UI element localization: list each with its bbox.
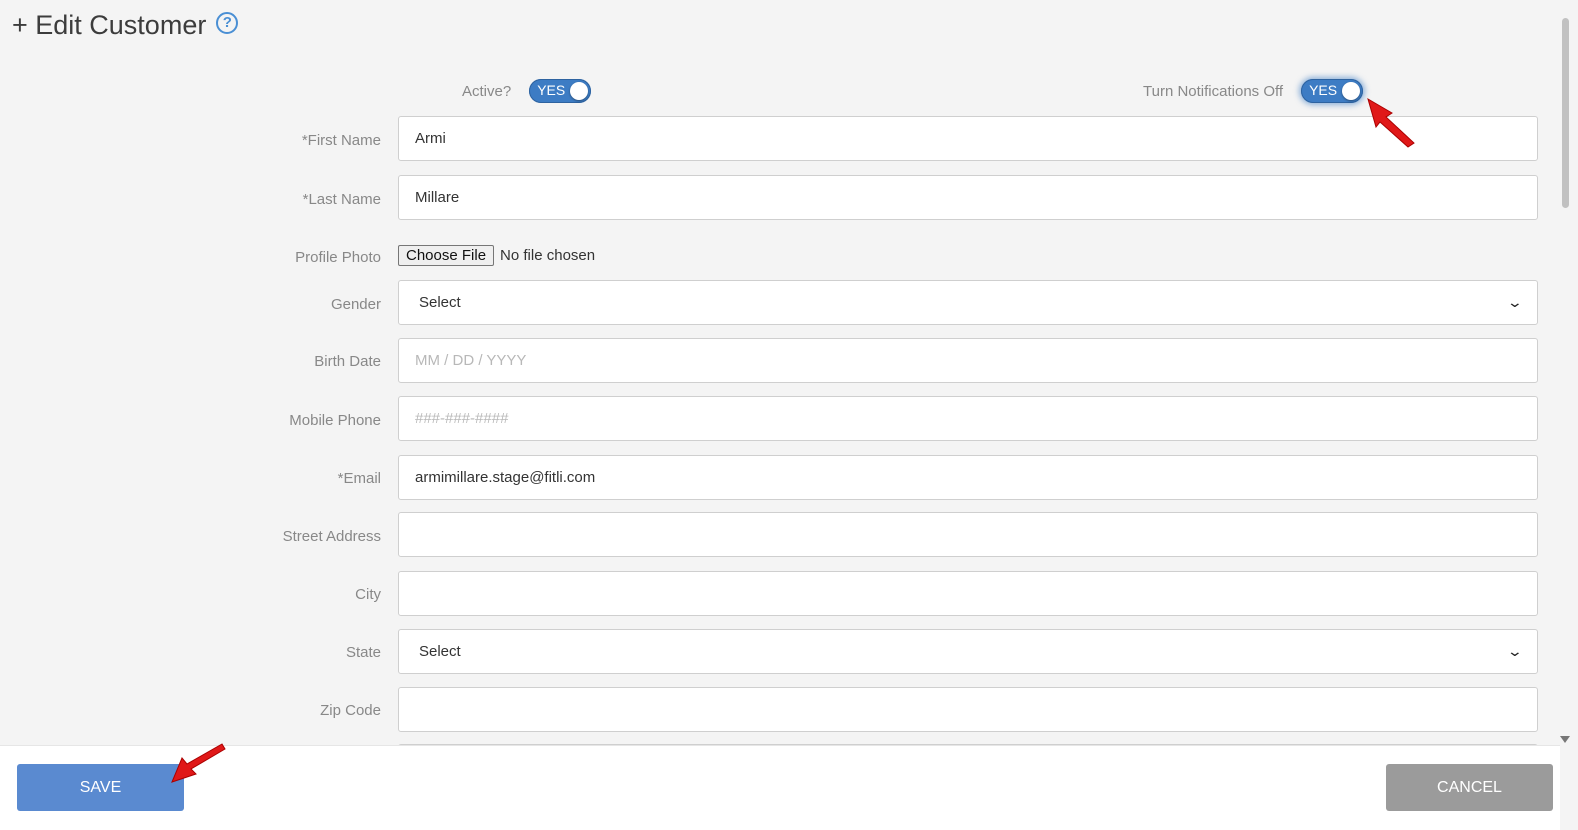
page-title-text: + Edit Customer xyxy=(12,10,207,40)
zip-code-label: Zip Code xyxy=(320,702,381,719)
help-icon[interactable]: ? xyxy=(216,11,239,34)
active-label: Active? xyxy=(462,82,512,100)
street-address-label: Street Address xyxy=(282,528,381,545)
street-address-input[interactable] xyxy=(398,512,1538,557)
birth-date-label: Birth Date xyxy=(314,353,381,370)
file-status: No file chosen xyxy=(500,247,596,264)
notifications-toggle-row: Turn Notifications Off YES xyxy=(1143,78,1364,104)
footer-bar: SAVE CANCEL xyxy=(0,745,1560,830)
active-toggle-row: Active? YES xyxy=(462,78,592,104)
last-name-label: *Last Name xyxy=(302,191,381,208)
gender-label: Gender xyxy=(330,296,381,313)
state-label: State xyxy=(345,644,381,661)
birth-date-input[interactable]: MM / DD / YYYY xyxy=(398,338,1538,383)
first-name-label: *First Name xyxy=(301,132,381,149)
page-title: + Edit Customer ? xyxy=(12,10,239,41)
state-value: Select xyxy=(419,643,461,660)
toggle-knob xyxy=(1342,82,1361,100)
scroll-down-icon[interactable] xyxy=(1560,736,1570,743)
chevron-down-icon: ⌄ xyxy=(1506,294,1524,310)
city-input[interactable] xyxy=(398,571,1538,616)
gender-select[interactable]: Select ⌄ xyxy=(398,280,1538,325)
save-button[interactable]: SAVE xyxy=(17,764,184,811)
state-select[interactable]: Select ⌄ xyxy=(398,629,1538,674)
annotation-arrow-icon xyxy=(1367,97,1415,148)
mobile-phone-input[interactable]: ###-###-#### xyxy=(398,396,1538,441)
gender-value: Select xyxy=(419,294,461,311)
notifications-toggle[interactable]: YES xyxy=(1301,79,1364,103)
city-label: City xyxy=(355,586,381,603)
mobile-phone-label: Mobile Phone xyxy=(289,412,381,429)
annotation-arrow-icon xyxy=(171,743,226,783)
active-toggle-text: YES xyxy=(537,82,566,98)
cancel-button[interactable]: CANCEL xyxy=(1386,764,1553,811)
profile-photo-label: Profile Photo xyxy=(295,249,381,266)
last-name-input[interactable]: Millare xyxy=(398,175,1538,220)
email-label: *Email xyxy=(337,470,381,487)
notifications-toggle-text: YES xyxy=(1309,82,1338,98)
email-input[interactable]: armimillare.stage@fitli.com xyxy=(398,455,1538,500)
toggle-knob xyxy=(570,82,589,100)
scrollbar[interactable] xyxy=(1560,0,1578,745)
zip-code-input[interactable] xyxy=(398,687,1538,732)
active-toggle[interactable]: YES xyxy=(529,79,592,103)
profile-photo-field: Choose File No file chosen xyxy=(398,245,595,266)
chevron-down-icon: ⌄ xyxy=(1506,643,1524,659)
notifications-label: Turn Notifications Off xyxy=(1143,82,1284,100)
choose-file-button[interactable]: Choose File xyxy=(398,245,495,266)
scrollbar-thumb[interactable] xyxy=(1562,18,1569,208)
